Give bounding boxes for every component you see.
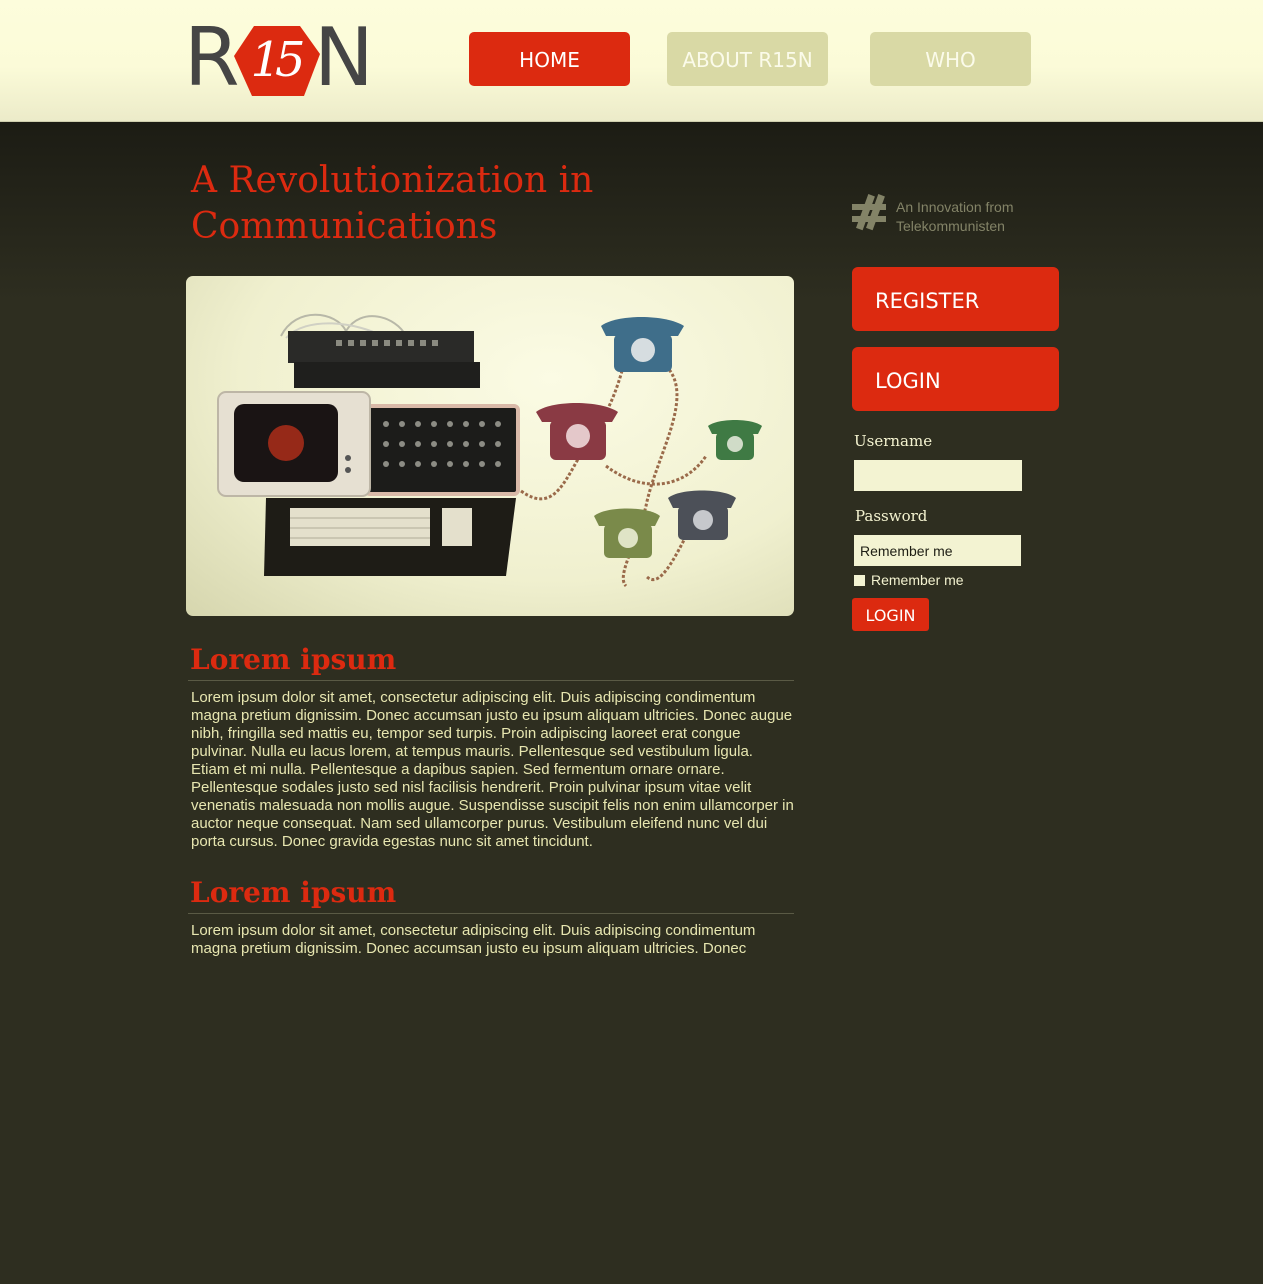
hero-image — [186, 276, 794, 616]
innovation-tagline: An Innovation from Telekommunisten — [896, 198, 1056, 236]
login-panel-button[interactable]: LOGIN — [852, 347, 1059, 411]
vintage-computer-telephones-illustration — [217, 313, 762, 588]
section-text: Lorem ipsum dolor sit amet, consectetur … — [191, 922, 756, 957]
remember-me-checkbox[interactable] — [854, 575, 865, 586]
logo-badge-number: 15 — [250, 32, 305, 88]
r15n-logo[interactable]: R 15 N — [184, 18, 376, 98]
login-submit-button[interactable]: LOGIN — [852, 598, 929, 631]
nav-about-button[interactable]: ABOUT R15N — [667, 32, 828, 86]
section-text: Lorem ipsum dolor sit amet, consectetur … — [191, 689, 794, 850]
page-headline: A Revolutionization in Communications — [191, 160, 594, 247]
grey-phone — [668, 490, 736, 540]
section-title: Lorem ipsum — [190, 876, 397, 909]
nav-who-button[interactable]: WHO — [870, 32, 1031, 86]
section-divider — [188, 913, 794, 914]
blue-phone — [601, 317, 684, 372]
logo-letter-r: R — [184, 11, 240, 104]
register-button[interactable]: REGISTER — [852, 267, 1059, 331]
logo-letter-n: N — [314, 11, 374, 104]
green-phone — [708, 420, 762, 460]
remember-me-label: Remember me — [871, 572, 964, 588]
puzzle-hash-icon — [852, 194, 886, 231]
nav-home-button[interactable]: HOME — [469, 32, 630, 86]
innovation-line-1: An Innovation from — [896, 199, 1014, 215]
username-input[interactable] — [854, 460, 1022, 491]
password-label: Password — [855, 507, 928, 525]
username-label: Username — [854, 432, 933, 450]
olive-phone — [594, 508, 660, 558]
site-header: R 15 N HOME ABOUT R15N WHO — [0, 0, 1263, 122]
red-phone — [536, 403, 618, 460]
section-divider — [188, 680, 794, 681]
password-input[interactable] — [854, 535, 1021, 566]
section-title: Lorem ipsum — [190, 643, 397, 676]
innovation-line-2: Telekommunisten — [896, 218, 1005, 234]
